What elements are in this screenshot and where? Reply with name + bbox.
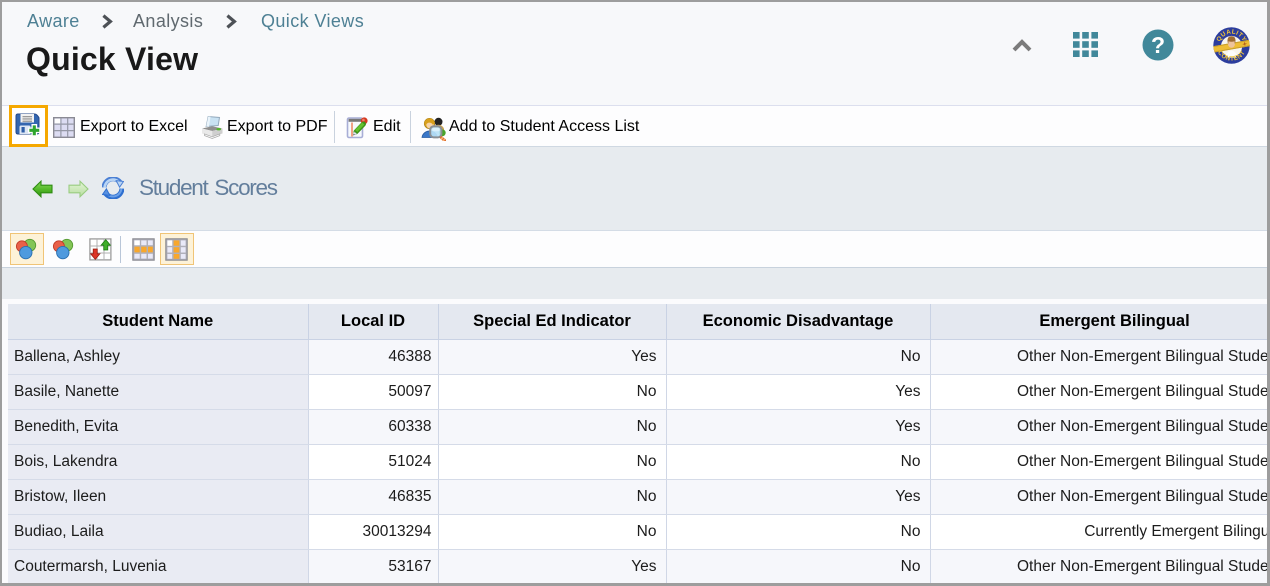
- svg-text:?: ?: [1151, 32, 1165, 58]
